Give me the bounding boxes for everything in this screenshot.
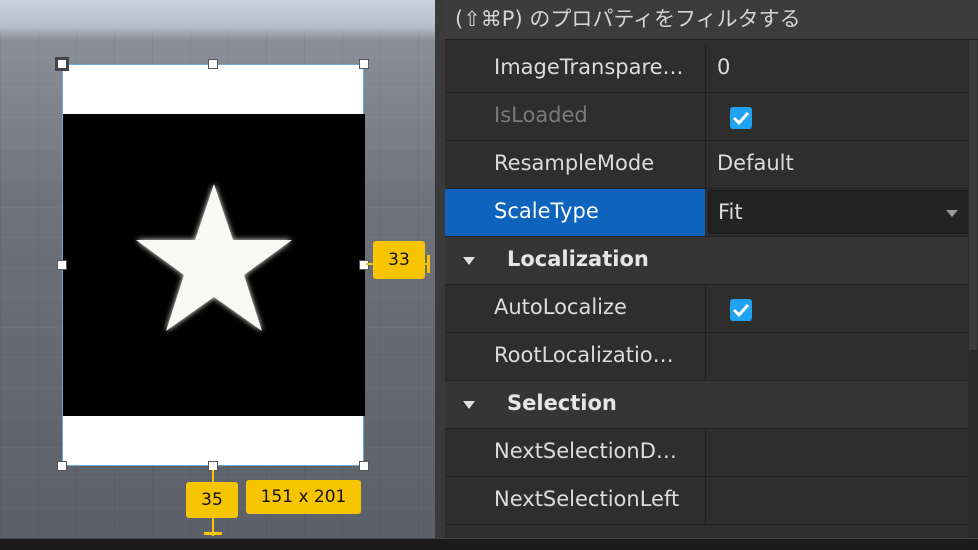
selected-image-label[interactable]	[62, 64, 365, 466]
column-divider	[705, 93, 706, 141]
section-selection[interactable]: Selection	[445, 381, 978, 429]
property-value[interactable]: 0	[717, 55, 730, 79]
property-row-root-localization-table[interactable]: RootLocalizatio…	[445, 333, 978, 381]
triangle-down-icon[interactable]	[463, 401, 475, 409]
anchor-point-handle[interactable]	[55, 57, 69, 71]
section-title: Localization	[507, 247, 649, 271]
section-localization[interactable]: Localization	[445, 237, 978, 285]
property-name: ResampleMode	[494, 151, 655, 175]
offset-y-badge: 33	[373, 241, 425, 279]
star-icon	[136, 184, 292, 331]
resize-handle-left[interactable]	[57, 260, 67, 270]
size-badge: 151 x 201	[246, 480, 361, 514]
section-title: Selection	[507, 391, 617, 415]
offset-y-guide-cap	[427, 255, 430, 273]
property-filter-input[interactable]: (⇧⌘P) のプロパティをフィルタする	[445, 0, 978, 40]
check-icon	[732, 111, 750, 126]
resize-handle-top[interactable]	[208, 59, 218, 69]
property-row-is-loaded: IsLoaded	[445, 93, 978, 141]
triangle-down-icon[interactable]	[463, 257, 475, 265]
column-divider	[705, 477, 706, 525]
property-name: ScaleType	[494, 199, 599, 223]
column-divider	[705, 285, 706, 333]
column-divider	[705, 333, 706, 381]
resize-handle-bottom-right[interactable]	[359, 461, 369, 471]
is-loaded-checkbox	[730, 107, 752, 129]
star-image	[63, 114, 365, 416]
chevron-down-icon[interactable]	[946, 210, 958, 217]
scale-type-dropdown[interactable]: Fit	[708, 190, 971, 234]
property-row-next-selection-down[interactable]: NextSelectionD…	[445, 429, 978, 477]
property-name: NextSelectionD…	[494, 439, 677, 463]
properties-scrollbar[interactable]	[968, 40, 978, 538]
auto-localize-checkbox[interactable]	[730, 299, 752, 321]
property-row-scale-type[interactable]: ScaleType Fit	[445, 189, 978, 237]
property-name: RootLocalizatio…	[494, 343, 674, 367]
dropdown-value: Fit	[718, 200, 743, 224]
check-icon	[732, 303, 750, 318]
offset-x-badge: 35	[186, 482, 238, 518]
offset-x-guide-cap	[204, 532, 222, 535]
property-name: IsLoaded	[494, 103, 588, 127]
viewport-3d[interactable]: 35 33 151 x 201	[0, 0, 435, 538]
column-divider	[705, 45, 706, 93]
property-value[interactable]: Default	[717, 151, 794, 175]
resize-handle-right[interactable]	[359, 260, 369, 270]
properties-panel: (⇧⌘P) のプロパティをフィルタする ImageTranspare… 0 Is…	[435, 0, 978, 538]
property-name: ImageTranspare…	[494, 55, 684, 79]
column-divider	[705, 429, 706, 477]
filter-placeholder: (⇧⌘P) のプロパティをフィルタする	[455, 7, 801, 31]
property-row-image-transparency[interactable]: ImageTranspare… 0	[445, 45, 978, 93]
property-name: NextSelectionLeft	[494, 487, 680, 511]
property-row-next-selection-left[interactable]: NextSelectionLeft	[445, 477, 978, 525]
resize-handle-bottom-left[interactable]	[57, 461, 67, 471]
property-row-auto-localize[interactable]: AutoLocalize	[445, 285, 978, 333]
scrollbar-thumb[interactable]	[969, 40, 977, 350]
column-divider	[705, 141, 706, 189]
property-name: AutoLocalize	[494, 295, 627, 319]
resize-handle-top-right[interactable]	[359, 59, 369, 69]
property-row-resample-mode[interactable]: ResampleMode Default	[445, 141, 978, 189]
status-bar	[0, 538, 978, 550]
